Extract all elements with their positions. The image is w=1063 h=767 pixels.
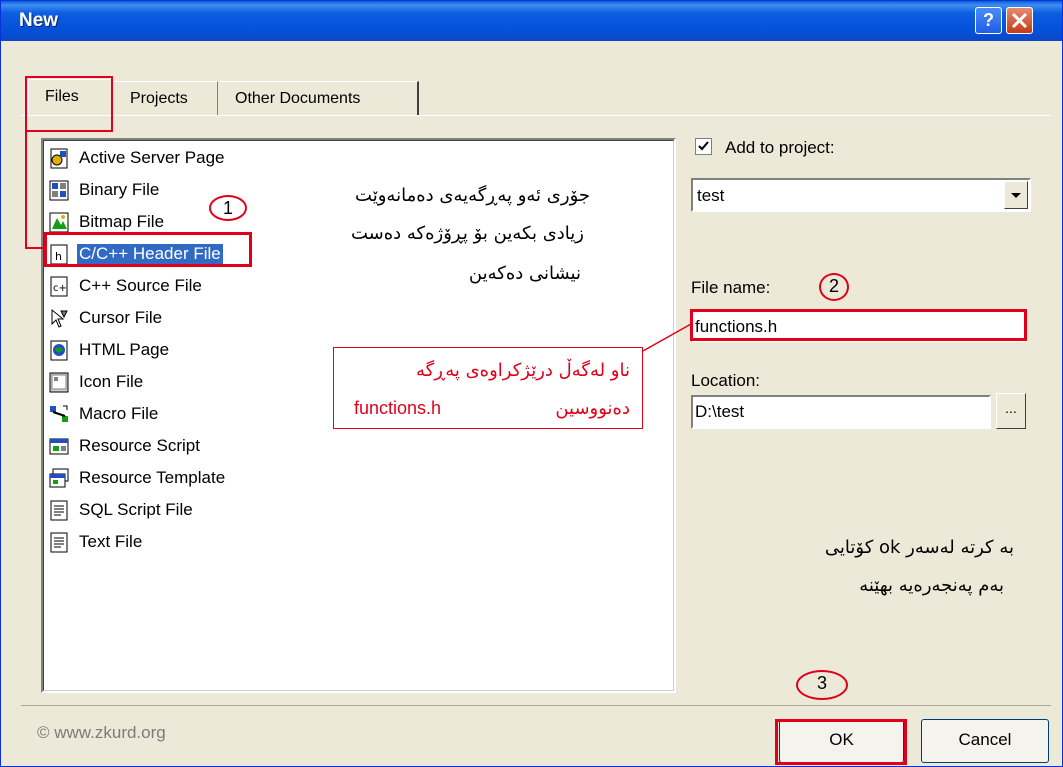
bitmap-icon xyxy=(49,212,69,233)
list-item-label: Macro File xyxy=(79,404,159,423)
help-button[interactable]: ? xyxy=(975,7,1002,34)
list-item-label: Binary File xyxy=(79,180,160,199)
macro-icon xyxy=(50,405,68,422)
cancel-button[interactable]: Cancel xyxy=(921,719,1049,763)
note-2-line-2b: دەنووسین xyxy=(555,398,630,419)
icon-file-icon xyxy=(49,372,69,393)
connector-line xyxy=(642,323,692,352)
resource-script-icon xyxy=(49,438,69,455)
project-select[interactable]: test xyxy=(691,178,1031,212)
list-item-label: Bitmap File xyxy=(79,212,165,231)
step-1-marker: 1 xyxy=(209,195,247,221)
cursor-icon xyxy=(51,308,68,328)
dropdown-button[interactable] xyxy=(1004,181,1028,209)
list-item-label: Text File xyxy=(79,532,143,551)
resource-template-icon xyxy=(49,468,69,488)
note-1-line-2: زیادی بکەین بۆ پڕۆژەکە دەست xyxy=(350,223,584,244)
new-dialog: New ? Files Projects Other Documents Act… xyxy=(0,0,1063,767)
note-3-line-2: بەم پەنجەرەیە بهێنە xyxy=(859,575,1004,596)
location-value: D:\test xyxy=(695,402,745,421)
browse-button[interactable]: ... xyxy=(996,393,1026,429)
copyright-text: © www.zkurd.org xyxy=(37,723,166,742)
list-item-label: C++ Source File xyxy=(79,276,202,295)
svg-text:c+: c+ xyxy=(53,283,67,294)
sql-script-icon xyxy=(50,500,68,521)
list-item-label: Icon File xyxy=(79,372,144,391)
text-file-icon xyxy=(50,532,68,553)
tab-panel-edge xyxy=(21,115,1051,116)
step-2-marker: 2 xyxy=(819,273,849,301)
note-1-line-3: نیشانی دەکەین xyxy=(468,263,581,284)
note-1-line-1: جۆری ئەو پەڕگەیەی دەمانەوێت xyxy=(355,185,590,206)
close-button[interactable] xyxy=(1006,7,1033,34)
asp-icon xyxy=(50,148,68,169)
tab-other-documents-label: Other Documents xyxy=(235,90,361,107)
step-3-marker: 3 xyxy=(796,670,848,700)
connector-line xyxy=(25,131,27,249)
files-tab-highlight xyxy=(25,76,113,132)
list-item-label: Cursor File xyxy=(79,308,163,327)
add-to-project-label: Add to project: xyxy=(725,138,835,157)
add-to-project-checkbox[interactable] xyxy=(695,138,712,155)
file-name-label: File name: xyxy=(691,278,771,297)
note-2-line-1: ناو لەگەڵ درێژکراوەی پەڕگە xyxy=(415,360,630,381)
location-label: Location: xyxy=(691,371,760,390)
tab-projects[interactable]: Projects xyxy=(114,81,218,115)
tab-other-documents[interactable]: Other Documents xyxy=(219,81,419,115)
project-select-value: test xyxy=(697,186,725,205)
list-item-label: Active Server Page xyxy=(79,148,225,167)
help-icon: ? xyxy=(983,10,994,30)
connector-line xyxy=(25,247,45,249)
list-item-label: SQL Script File xyxy=(79,500,193,519)
list-item-label: Resource Template xyxy=(79,468,226,487)
divider xyxy=(21,705,1051,706)
binary-file-icon xyxy=(49,180,69,201)
close-icon xyxy=(1011,12,1028,29)
dialog-title: New xyxy=(19,10,59,31)
file-name-highlight xyxy=(690,309,1027,341)
html-icon xyxy=(50,340,68,361)
source-file-icon: c+ xyxy=(50,276,68,297)
note-2-box: ناو لەگەڵ درێژکراوەی پەڕگە دەنووسین func… xyxy=(333,347,643,429)
title-bar: New ? xyxy=(1,1,1062,41)
note-3-line-1: بە کرتە لەسەر ok کۆتایی xyxy=(824,537,1014,558)
chevron-down-icon xyxy=(1011,193,1021,198)
tab-projects-label: Projects xyxy=(130,90,188,107)
header-file-highlight xyxy=(44,232,252,267)
location-field[interactable]: D:\test xyxy=(691,395,991,429)
list-item-label: Resource Script xyxy=(79,436,200,455)
note-2-line-2a: functions.h xyxy=(354,398,442,418)
ok-button-highlight xyxy=(775,719,907,765)
checkmark-icon xyxy=(698,141,709,151)
list-item-label: HTML Page xyxy=(79,340,170,359)
